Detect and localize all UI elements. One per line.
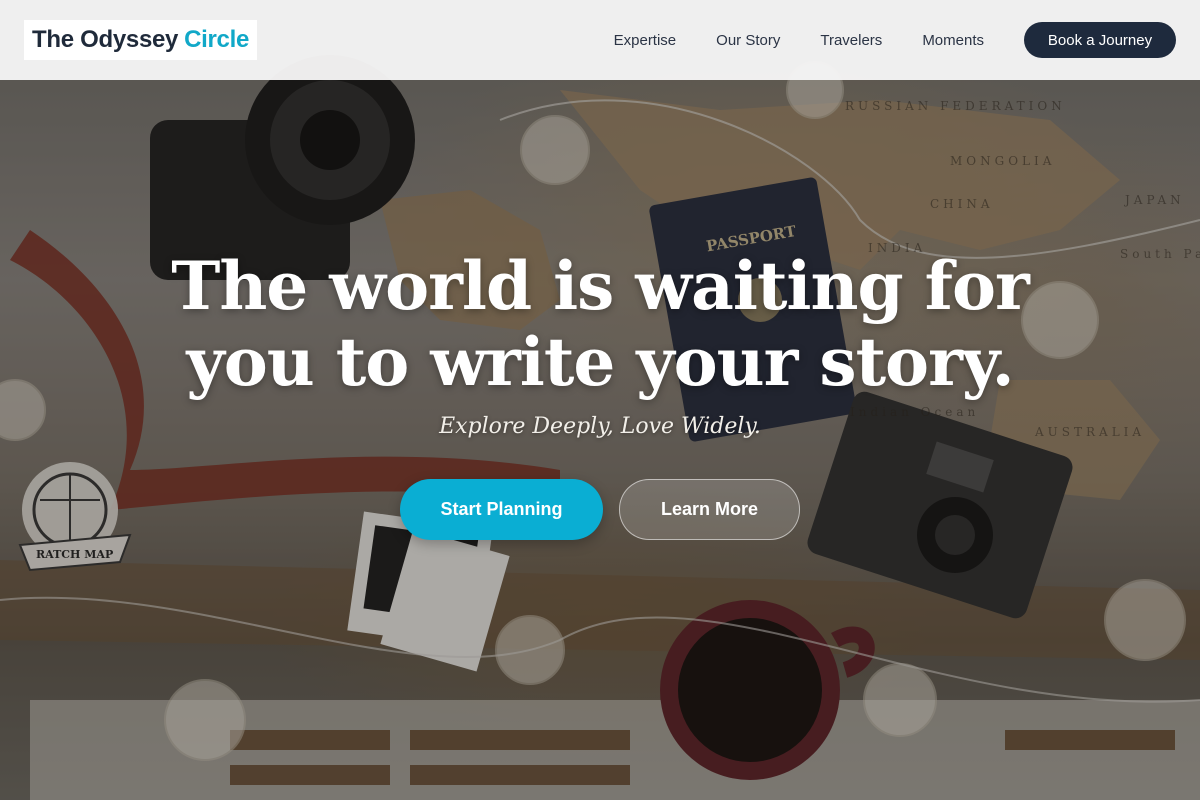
site-logo[interactable]: The Odyssey Circle	[24, 20, 258, 60]
nav-link-travelers[interactable]: Travelers	[820, 32, 882, 49]
logo-main-text: The Odyssey	[32, 26, 179, 53]
nav-link-moments[interactable]: Moments	[922, 32, 984, 49]
page: PASSPORT RATCH MAP RUSSIAN FEDERATION MO…	[0, 0, 1200, 800]
hero-headline: The world is waiting for you to write yo…	[171, 247, 1030, 401]
start-planning-button[interactable]: Start Planning	[400, 479, 603, 540]
nav-link-expertise[interactable]: Expertise	[614, 32, 677, 49]
learn-more-button[interactable]: Learn More	[619, 479, 800, 540]
hero-section: The world is waiting for you to write yo…	[0, 248, 1200, 540]
main-nav: Expertise Our Story Travelers Moments	[614, 0, 984, 80]
site-header: The Odyssey Circle Expertise Our Story T…	[0, 0, 1200, 80]
nav-link-our-story[interactable]: Our Story	[716, 32, 780, 49]
book-journey-button[interactable]: Book a Journey	[1024, 22, 1176, 58]
hero-subheadline: Explore Deeply, Love Widely.	[439, 414, 761, 439]
logo-accent-text: Circle	[184, 26, 250, 53]
hero-cta-group: Start Planning Learn More	[0, 479, 1200, 540]
